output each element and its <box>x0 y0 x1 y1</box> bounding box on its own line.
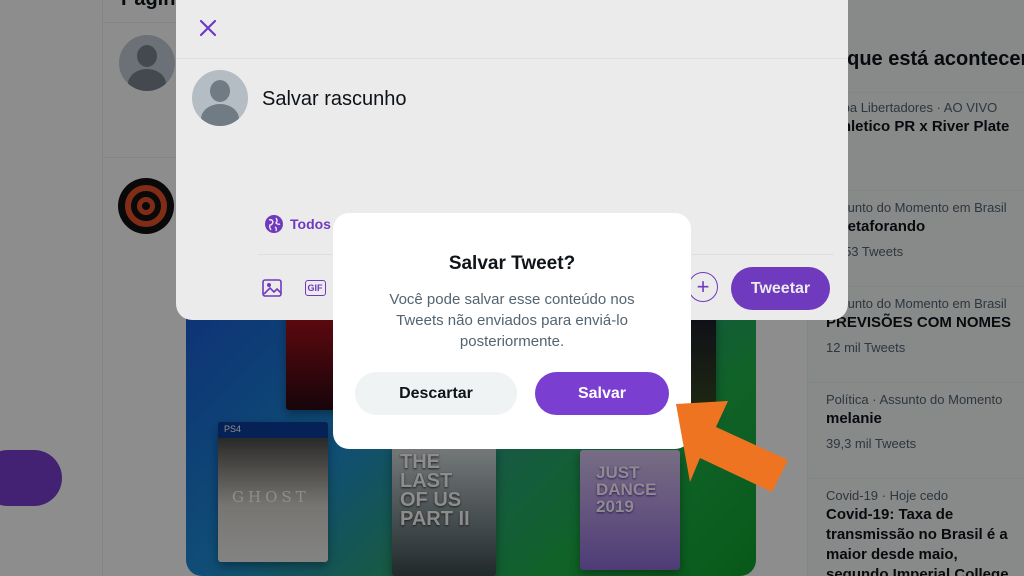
discard-button[interactable]: Descartar <box>355 372 517 415</box>
save-button[interactable]: Salvar <box>535 372 669 415</box>
save-tweet-dialog: Salvar Tweet? Você pode salvar esse cont… <box>333 213 691 449</box>
dialog-message: Você pode salvar esse conteúdo nos Tweet… <box>389 291 635 350</box>
dialog-title: Salvar Tweet? <box>448 253 576 274</box>
